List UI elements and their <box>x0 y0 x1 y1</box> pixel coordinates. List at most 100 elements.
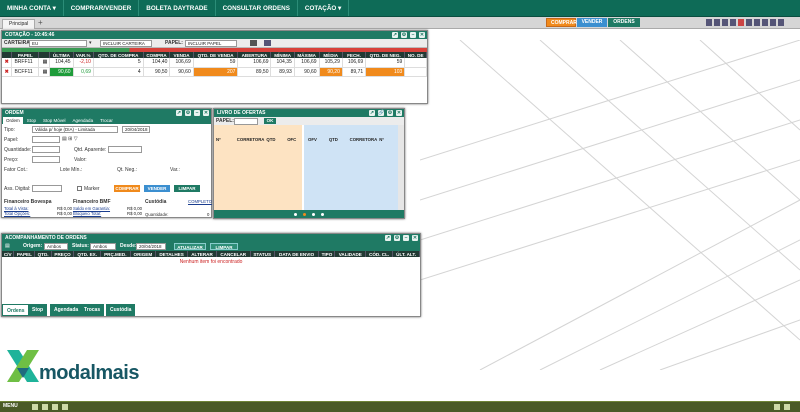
column-header[interactable]: QTD. EX. <box>73 251 101 257</box>
tab-stop-movel[interactable]: Stop Móvel <box>40 117 69 124</box>
column-header[interactable]: CÓD. CL. <box>365 251 394 257</box>
column-header[interactable]: QTD. <box>34 251 52 257</box>
popout-icon[interactable]: ↗ <box>385 235 391 241</box>
help-icon[interactable] <box>770 19 776 26</box>
minimize-icon[interactable]: – <box>410 32 416 38</box>
mail-icon[interactable] <box>32 404 38 410</box>
tab-trocar[interactable]: Trocar <box>97 117 116 124</box>
column-header[interactable]: MÍNIMA <box>270 52 295 58</box>
nav-minha-conta[interactable]: MINHA CONTA ▾ <box>0 0 64 16</box>
remove-icon[interactable]: ✖ <box>2 58 13 68</box>
minimize-icon[interactable]: – <box>403 235 409 241</box>
column-header[interactable]: C/V <box>2 251 15 257</box>
tab-principal[interactable]: Principal <box>2 19 36 29</box>
qtd-aparente-input[interactable] <box>108 146 142 153</box>
settings-icon[interactable]: ⚙ <box>387 110 393 116</box>
filter-icon[interactable]: ▤ <box>5 243 10 249</box>
settings-icon[interactable]: ⚙ <box>394 235 400 241</box>
settings-icon[interactable] <box>754 19 760 26</box>
date-input[interactable]: 20/04/2018 <box>122 126 150 133</box>
link-icon[interactable] <box>746 19 752 26</box>
tab-stop[interactable]: Stop <box>28 304 49 316</box>
column-header[interactable]: PREÇO <box>51 251 75 257</box>
popout-icon[interactable]: ↗ <box>369 110 375 116</box>
network-icon[interactable] <box>784 404 790 410</box>
limpar-button[interactable]: LIMPAR <box>174 185 200 192</box>
table-row[interactable]: ✖ BCFF11 ▦ 90,60 0,69 4 90,50 90,60 207 … <box>2 67 427 77</box>
window-icon[interactable] <box>722 19 728 26</box>
comprar-pill-button[interactable]: COMPRAR <box>546 18 577 27</box>
popout-icon[interactable]: ↗ <box>392 32 398 38</box>
livro-papel-input[interactable] <box>234 118 258 125</box>
tab-custodia[interactable]: Custódia <box>106 304 137 316</box>
popout-icon[interactable]: ↗ <box>176 110 182 116</box>
folder-icon[interactable] <box>250 40 257 46</box>
save-icon[interactable] <box>706 19 712 26</box>
carteira-select[interactable]: EU <box>29 40 87 47</box>
nav-cotacao[interactable]: COTAÇÃO ▾ <box>298 0 350 16</box>
total-opcoes-link[interactable]: Total Opções: <box>4 211 30 216</box>
column-header[interactable]: CANCELAR <box>216 251 251 257</box>
column-header[interactable]: DETALHES <box>155 251 189 257</box>
close-icon[interactable] <box>762 19 768 26</box>
close-icon[interactable]: ✕ <box>412 235 418 241</box>
nav-comprar-vender[interactable]: COMPRAR/VENDER <box>64 0 140 16</box>
info-icon[interactable] <box>778 19 784 26</box>
grid-icon[interactable] <box>264 40 271 46</box>
close-icon[interactable]: ✕ <box>203 110 209 116</box>
layout-icon[interactable] <box>730 19 736 26</box>
column-header[interactable]: QTD. DE VENDA <box>193 52 239 58</box>
column-header[interactable]: COMPRA <box>143 52 171 58</box>
menu-button[interactable]: MENU <box>3 403 18 409</box>
settings-icon[interactable]: ⚙ <box>401 32 407 38</box>
vender-pill-button[interactable]: VENDER <box>577 18 607 27</box>
chart-icon[interactable]: ▦ <box>38 58 51 68</box>
column-header[interactable]: ORIGEM <box>130 251 157 257</box>
column-header[interactable]: ÚLT. ALT. <box>392 251 420 257</box>
close-icon[interactable]: ✕ <box>396 110 402 116</box>
column-header[interactable]: DATA DE ENVIO <box>274 251 320 257</box>
add-tab-icon[interactable]: + <box>38 18 43 27</box>
comprar-button[interactable]: COMPRAR <box>114 185 140 192</box>
atualizar-button[interactable]: ATUALIZAR <box>174 243 206 250</box>
column-header[interactable]: MÁXIMA <box>294 52 320 58</box>
completo-link[interactable]: COMPLETO <box>188 199 212 204</box>
sound-icon[interactable] <box>774 404 780 410</box>
document-icon[interactable] <box>42 404 48 410</box>
status-select[interactable]: Ambos <box>90 243 116 250</box>
incluir-carteira-input[interactable]: INCLUIR CARTEIRA <box>100 40 152 47</box>
column-header[interactable]: PAPEL <box>13 251 36 257</box>
table-row[interactable]: ✖ BRFF11 ▦ 104,45 -2,10 5 104,40 106,69 … <box>2 58 427 68</box>
pager-dot[interactable] <box>294 212 297 216</box>
quantidade-input[interactable] <box>32 146 60 153</box>
column-header[interactable]: QTD. DE COMPRA <box>93 52 144 58</box>
column-header[interactable]: TIPO <box>318 251 336 257</box>
column-header[interactable]: NO. DE <box>404 52 427 58</box>
column-header[interactable]: VENDA <box>169 52 194 58</box>
origem-select[interactable]: Ambos <box>44 243 68 250</box>
settings-icon[interactable]: ⚙ <box>185 110 191 116</box>
link-icon[interactable]: 🔗 <box>378 110 384 116</box>
tab-stop[interactable]: Stop <box>24 117 39 124</box>
pager-dot[interactable] <box>303 212 306 216</box>
calculator-icon[interactable] <box>62 404 68 410</box>
close-icon[interactable]: ✕ <box>419 32 425 38</box>
nav-consultar-ordens[interactable]: CONSULTAR ORDENS <box>216 0 298 16</box>
vender-button[interactable]: VENDER <box>144 185 170 192</box>
tab-trocas[interactable]: Trocas <box>80 304 106 316</box>
tab-ordens[interactable]: Ordens <box>2 304 30 316</box>
column-header[interactable]: STATUS <box>250 251 275 257</box>
pager-dot[interactable] <box>312 212 315 216</box>
bloqueio-total-link[interactable]: Bloqueio Total: <box>73 211 101 216</box>
column-header[interactable]: QTD. DE NEG. <box>365 52 406 58</box>
chart-icon[interactable] <box>52 404 58 410</box>
alert-icon[interactable] <box>738 19 744 26</box>
column-header[interactable]: PRÇ.MED. <box>100 251 131 257</box>
print-icon[interactable] <box>714 19 720 26</box>
remove-icon[interactable]: ✖ <box>2 67 13 77</box>
marker-checkbox[interactable] <box>77 186 82 191</box>
column-header[interactable]: VAR.% <box>73 52 94 58</box>
desde-input[interactable]: 20/04/2018 <box>136 243 166 250</box>
pager-dot[interactable] <box>321 212 324 216</box>
tab-agendada[interactable]: Agendada <box>70 117 97 124</box>
